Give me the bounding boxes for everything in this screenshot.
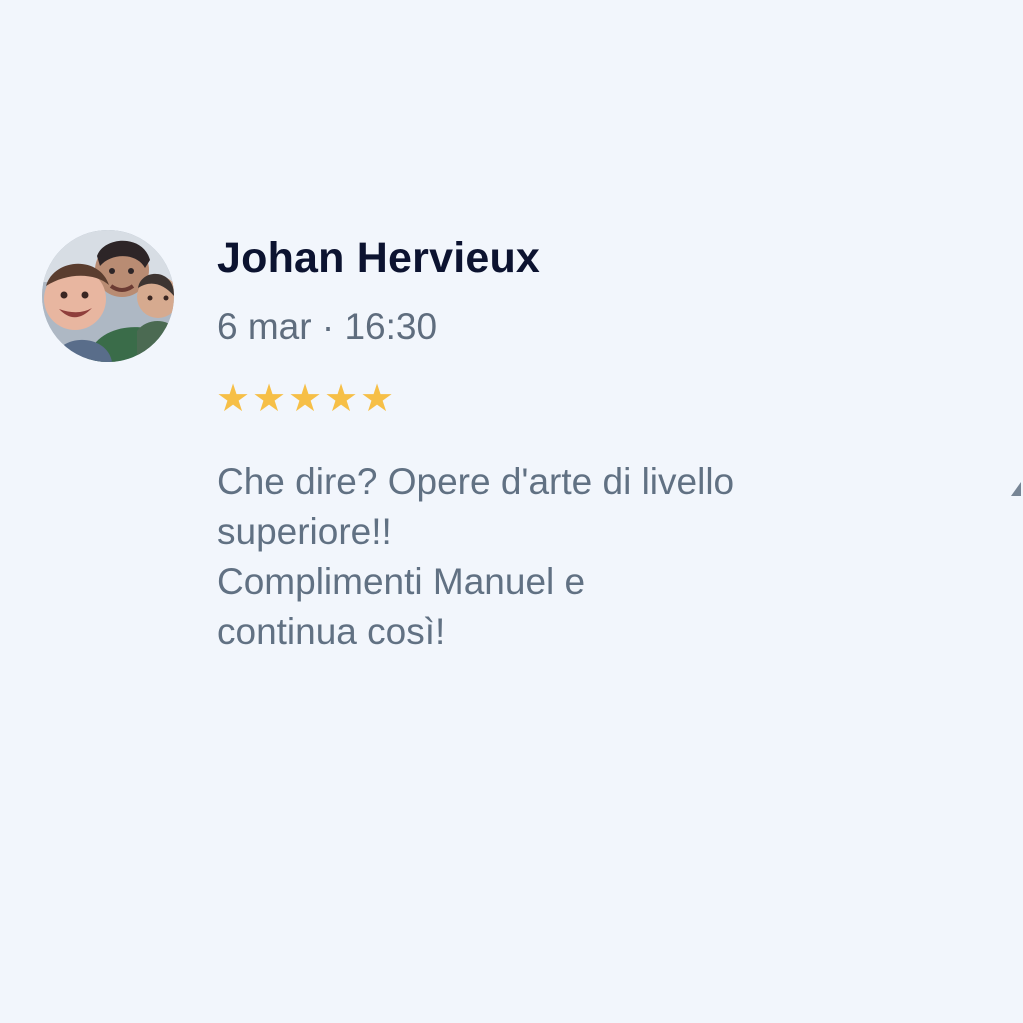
star-icon: ★ [287,378,323,420]
review-text-line: superiore!! [217,511,392,552]
reviewer-name[interactable]: Johan Hervieux [217,234,540,283]
review-text: Che dire? Opere d'arte di livello superi… [217,457,937,657]
review-text-line: Che dire? Opere d'arte di livello [217,461,735,502]
star-icon: ★ [359,378,395,420]
review-text-line: continua così! [217,611,446,652]
star-icon: ★ [251,378,287,420]
review-card: Johan Hervieux 6 mar · 16:30 ★ ★ ★ ★ ★ C… [0,0,1023,1023]
review-text-line: Complimenti Manuel e [217,561,586,602]
star-icon: ★ [323,378,359,420]
rating-stars: ★ ★ ★ ★ ★ [215,378,395,420]
star-icon: ★ [215,378,251,420]
reviewer-avatar[interactable] [42,230,174,362]
partial-triangle-icon [1011,482,1021,496]
review-date: 6 mar · 16:30 [217,306,438,347]
avatar-photo-icon [42,230,174,362]
